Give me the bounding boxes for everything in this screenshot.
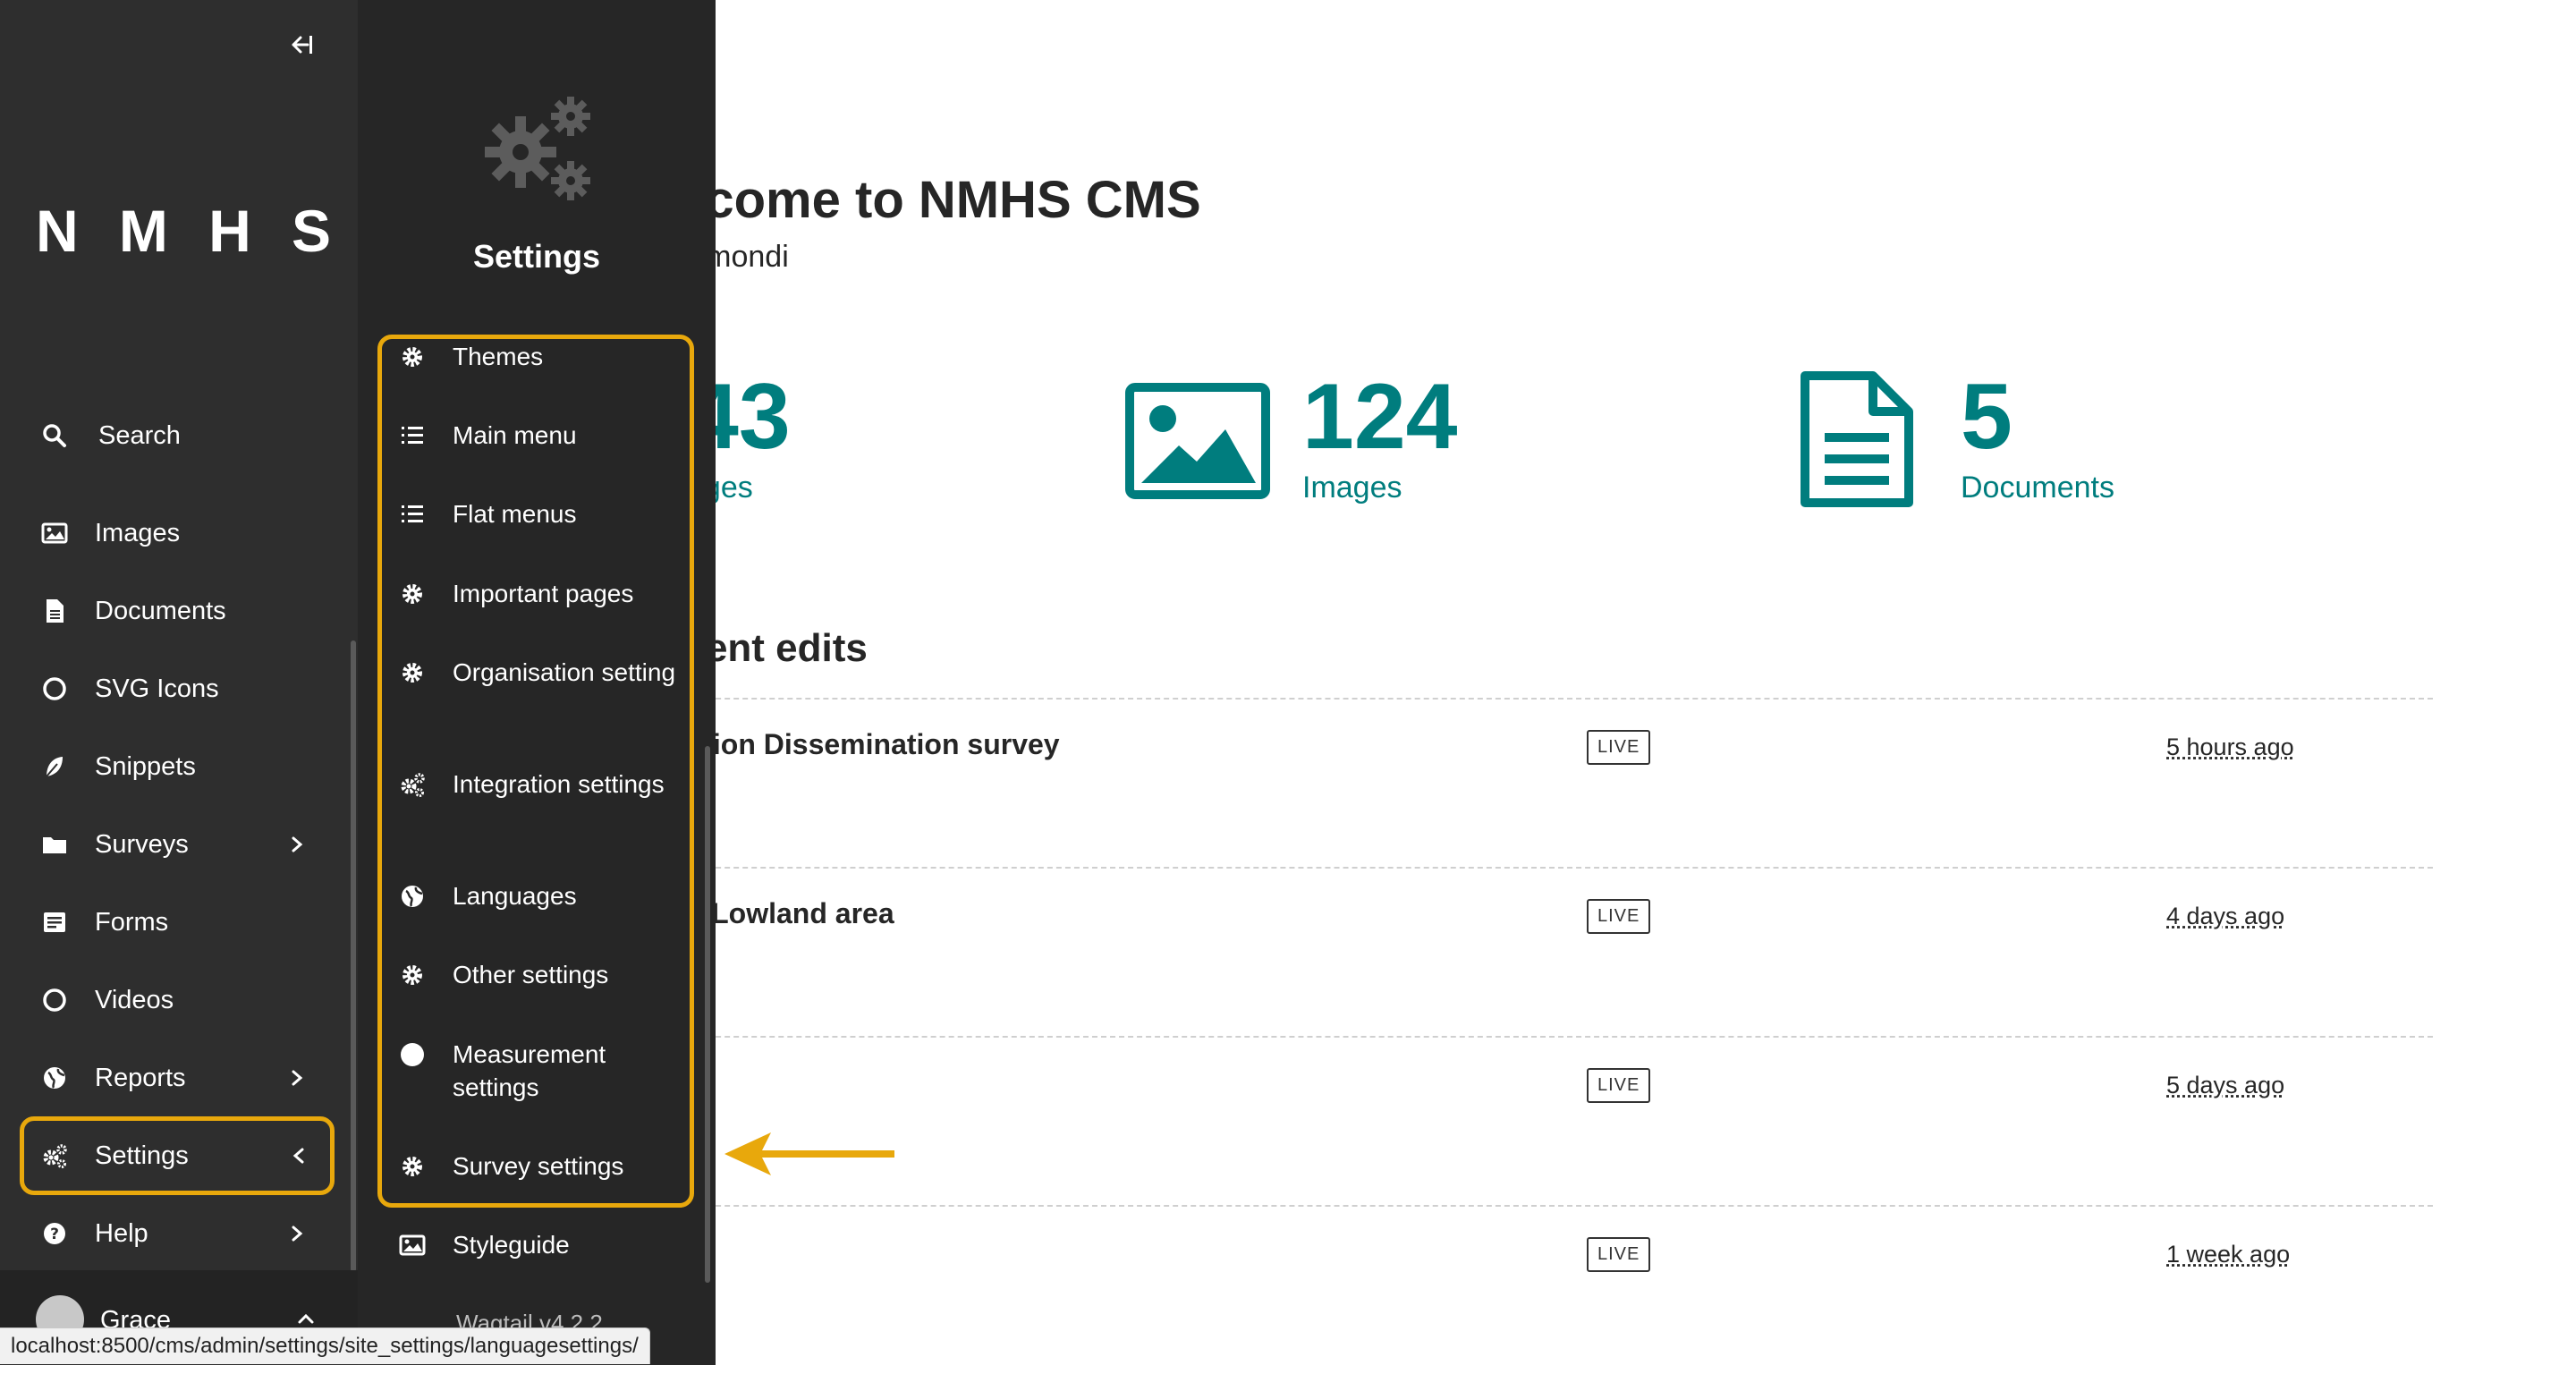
submenu-item-label: Main menu xyxy=(453,421,577,449)
sidebar-item-label: Settings xyxy=(95,1141,189,1170)
status-badge: LIVE xyxy=(1587,899,1651,934)
globe-icon xyxy=(44,1067,65,1089)
image-icon xyxy=(41,522,68,544)
sidebar-item-label: Search xyxy=(98,421,181,450)
svg-text:?: ? xyxy=(50,1226,59,1243)
edit-timestamp: 4 days ago xyxy=(2166,903,2285,929)
logo-letter: H xyxy=(208,198,251,264)
logo-letter: N xyxy=(36,198,79,264)
cog-icon xyxy=(402,965,422,985)
sidebar-item-svg-icons[interactable]: SVG Icons xyxy=(20,657,333,720)
submenu-item-label: Important pages xyxy=(453,580,634,607)
sidebar-item-reports[interactable]: Reports xyxy=(20,1047,333,1109)
stat-images[interactable]: 124 Images xyxy=(1125,365,1519,517)
edit-timestamp: 5 days ago xyxy=(2166,1072,2285,1098)
cog-icon xyxy=(402,663,422,683)
sidebar-item-images[interactable]: Images xyxy=(20,502,333,564)
sidebar-item-surveys[interactable]: Surveys xyxy=(20,813,333,876)
stat-documents-label: Documents xyxy=(1961,471,2114,505)
sidebar: N M H S Search Images Documents SVG Icon… xyxy=(0,0,358,1365)
cogs-icon xyxy=(485,97,590,200)
chevron-left-icon xyxy=(292,1148,304,1164)
submenu-item-label: Survey settings xyxy=(453,1152,624,1180)
collapse-left-icon xyxy=(292,36,312,54)
sidebar-item-snippets[interactable]: Snippets xyxy=(20,735,333,798)
status-badge: LIVE xyxy=(1587,1068,1651,1103)
sidebar-item-label: Surveys xyxy=(95,830,189,859)
list-icon xyxy=(402,505,423,522)
chevron-right-icon xyxy=(292,1226,303,1242)
sidebar-item-videos[interactable]: Videos xyxy=(20,969,333,1031)
cog-icon xyxy=(402,584,422,604)
stat-documents[interactable]: 5 Documents xyxy=(1798,365,2156,517)
logo-letter: S xyxy=(291,198,331,264)
status-badge: LIVE xyxy=(1587,730,1651,765)
circle-icon xyxy=(43,677,66,700)
chevron-right-icon xyxy=(292,1070,303,1086)
sidebar-item-label: Snippets xyxy=(95,752,196,781)
logo-letter: M xyxy=(118,198,168,264)
sidebar-item-help[interactable]: ? Help xyxy=(20,1202,333,1265)
folder-icon xyxy=(43,837,66,853)
help-icon: ? xyxy=(44,1223,65,1244)
edit-timestamp: 5 hours ago xyxy=(2166,734,2294,760)
sidebar-item-label: Help xyxy=(95,1219,148,1248)
table-row: ole Lowland area LIVE 4 days ago xyxy=(662,867,2433,1036)
snippet-icon xyxy=(46,757,63,777)
submenu-item-label: Other settings xyxy=(453,961,609,988)
sidebar-item-forms[interactable]: Forms xyxy=(20,891,333,954)
submenu-item-label: Flat menus xyxy=(453,500,577,528)
stat-images-label: Images xyxy=(1302,471,1402,505)
submenu-item-label: Integration settings xyxy=(453,770,665,798)
form-icon xyxy=(44,912,65,932)
submenu-item-label: Organisation setting xyxy=(453,658,676,686)
recent-edits-list: mation Dissemination survey LIVE 5 hours… xyxy=(662,698,2433,1374)
settings-submenu: Settings Themes Main menu Flat menus Imp… xyxy=(358,0,716,1365)
submenu-item-label: Themes xyxy=(453,343,544,370)
chevron-right-icon xyxy=(292,836,303,852)
list-icon xyxy=(402,427,423,444)
submenu-title: Settings xyxy=(472,238,600,275)
site-logo[interactable]: N M H S xyxy=(36,197,331,265)
submenu-item-label: Styleguide xyxy=(453,1231,570,1259)
submenu-scrollbar[interactable] xyxy=(705,746,710,1283)
cog-icon xyxy=(402,1157,422,1176)
circle-icon xyxy=(401,1043,424,1066)
edit-title-link[interactable]: mation Dissemination survey xyxy=(662,728,1060,761)
edit-timestamp: 1 week ago xyxy=(2166,1241,2291,1268)
annotation-arrow-icon xyxy=(724,1132,894,1175)
table-row: mation Dissemination survey LIVE 5 hours… xyxy=(662,698,2433,867)
table-row: LIVE 1 week ago xyxy=(662,1205,2433,1374)
sidebar-item-documents[interactable]: Documents xyxy=(20,580,333,642)
document-icon xyxy=(1801,371,1913,507)
page-title: elcome to NMHS CMS xyxy=(662,171,1201,229)
sidebar-item-search[interactable]: Search xyxy=(20,404,333,467)
sidebar-item-label: Reports xyxy=(95,1064,186,1092)
cogs-icon xyxy=(43,1144,67,1168)
circle-icon xyxy=(43,988,66,1012)
sidebar-item-label: Documents xyxy=(95,597,226,625)
browser-status-url: localhost:8500/cms/admin/settings/site_s… xyxy=(0,1327,650,1364)
stat-images-number: 124 xyxy=(1302,365,1458,469)
document-icon xyxy=(47,599,64,623)
sidebar-item-settings[interactable]: Settings xyxy=(20,1116,335,1195)
cogs-icon xyxy=(401,773,425,797)
collapse-sidebar-button[interactable] xyxy=(281,27,317,63)
sidebar-item-label: SVG Icons xyxy=(95,674,219,703)
sidebar-item-label: Images xyxy=(95,519,181,547)
search-icon xyxy=(43,424,66,447)
table-row: LIVE 5 days ago xyxy=(662,1036,2433,1205)
sidebar-item-label: Videos xyxy=(95,986,174,1014)
status-badge: LIVE xyxy=(1587,1237,1651,1272)
submenu-item-label: Languages xyxy=(453,882,577,910)
image-icon xyxy=(1125,383,1270,499)
globe-icon xyxy=(402,886,423,907)
sidebar-scrollbar[interactable] xyxy=(351,640,356,1272)
chevron-up-icon xyxy=(298,1313,314,1324)
image-icon xyxy=(399,1234,426,1256)
submenu-item-label: Measurement settings xyxy=(453,1040,606,1101)
sidebar-item-label: Forms xyxy=(95,908,169,937)
stat-documents-number: 5 xyxy=(1961,365,2012,469)
cog-icon xyxy=(402,347,422,367)
